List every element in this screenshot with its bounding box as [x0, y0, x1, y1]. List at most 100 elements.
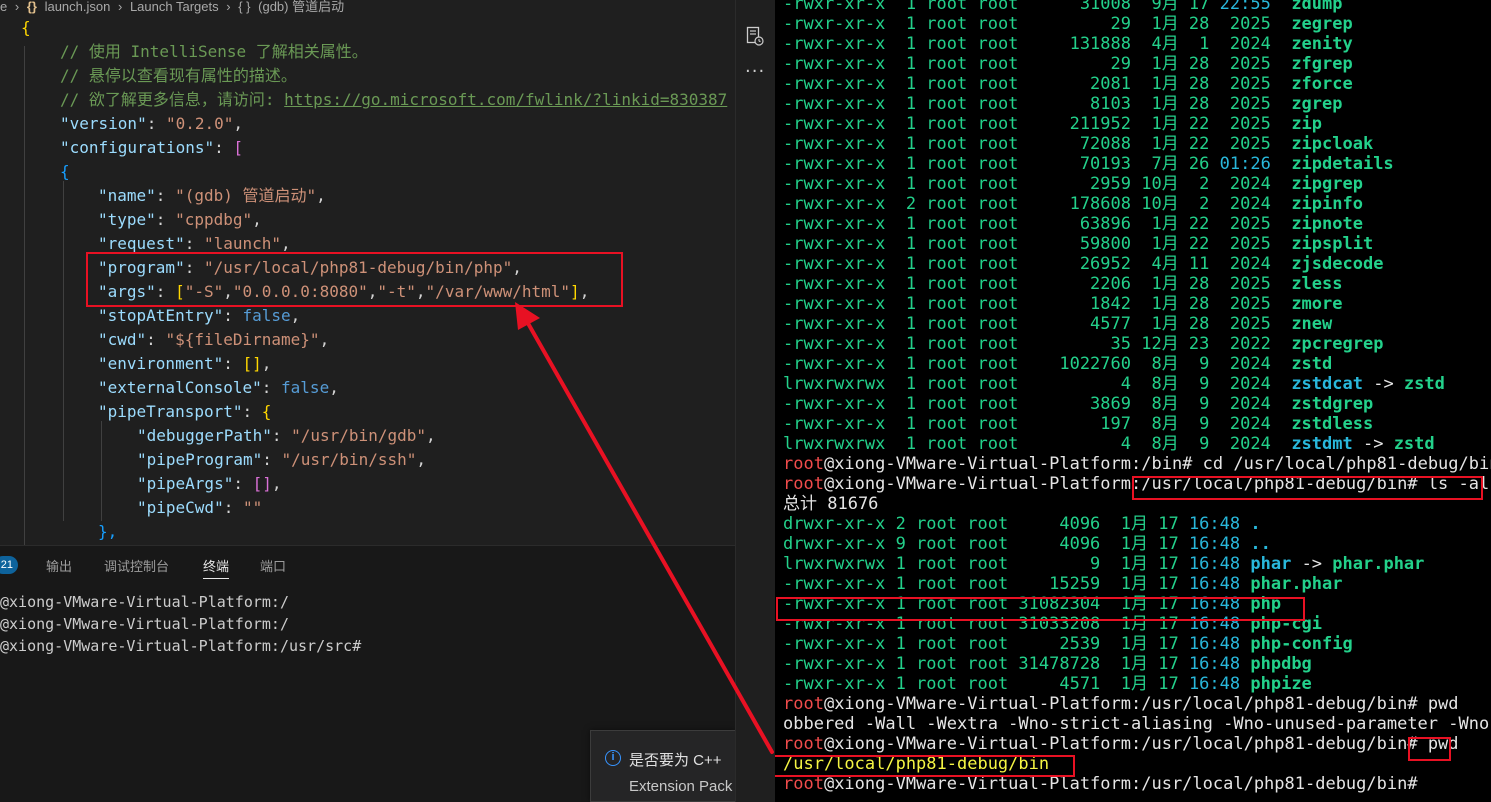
file-name: zipsplit — [1291, 234, 1374, 254]
problems-badge[interactable]: 21 — [0, 556, 18, 574]
terminal-line: -rwxr-xr-x 1 root root 70193 7月 26 01:26… — [783, 154, 1394, 174]
file-meta: 1 root root 31033208 1月 17 — [885, 614, 1189, 634]
code-line: "args": ["-S","0.0.0.0:8080","-t","/var/… — [98, 282, 590, 301]
terminal-line: 总计 81676 — [783, 494, 878, 514]
file-time: 16:48 — [1188, 574, 1241, 594]
terminal-line: drwxr-xr-x 9 root root 4096 1月 17 16:48 … — [783, 534, 1271, 554]
comment: // 使用 IntelliSense 了解相关属性。 — [60, 42, 368, 61]
file-meta: 1 root root 35 12月 23 — [885, 334, 1220, 354]
file-date: 2025 — [1219, 134, 1271, 154]
code-line: "debuggerPath": "/usr/bin/gdb", — [137, 426, 436, 445]
code-line: "version": "0.2.0", — [60, 114, 244, 133]
terminal-line: -rwxr-xr-x 2 root root 178608 10月 2 2024… — [783, 194, 1363, 214]
file-date: 2024 — [1219, 354, 1271, 374]
terminal-line: @xiong-VMware-Virtual-Platform:/usr/src# — [0, 637, 362, 655]
file-date: 2024 — [1219, 414, 1271, 434]
comment: // 悬停以查看现有属性的描述。 — [60, 66, 297, 85]
terminal-line: @xiong-VMware-Virtual-Platform:/ — [0, 615, 289, 633]
terminal-line: -rwxr-xr-x 1 root root 2081 1月 28 2025 z… — [783, 74, 1353, 94]
total-line: 总计 81676 — [783, 494, 879, 514]
extension-notification[interactable]: i 是否要为 C++ Extension Pack — [590, 730, 735, 802]
brace: }, — [98, 522, 118, 541]
breadcrumb-config[interactable]: (gdb) 管道启动 — [258, 0, 344, 14]
file-meta: 1 root root 72088 1月 22 — [885, 134, 1220, 154]
permissions: drwxr-xr-x — [783, 514, 886, 534]
file-name: znew — [1291, 314, 1333, 334]
terminal-line: -rwxr-xr-x 1 root root 131888 4月 1 2024 … — [783, 34, 1353, 54]
tab-ports[interactable]: 端口 — [260, 556, 286, 575]
file-name: zipdetails — [1291, 154, 1394, 174]
file-name: phpize — [1250, 674, 1312, 694]
tab-debug-console[interactable]: 调试控制台 — [104, 556, 169, 575]
json-key: "type" — [98, 210, 156, 229]
file-meta: 1 root root 2539 1月 17 — [885, 634, 1189, 654]
file-meta: 1 root root 63896 1月 22 — [885, 214, 1220, 234]
file-meta: 1 root root 31008 9月 17 — [885, 0, 1220, 14]
file-name: zstd — [1291, 354, 1333, 374]
file-meta: 1 root root 31478728 1月 17 — [885, 654, 1189, 674]
terminal-line: obbered -Wall -Wextra -Wno-strict-aliasi… — [783, 714, 1491, 734]
terminal-line: -rwxr-xr-x 1 root root 31478728 1月 17 16… — [783, 654, 1312, 674]
code-line: "externalConsole": false, — [98, 378, 339, 397]
breadcrumb-lead[interactable]: e — [0, 0, 7, 14]
prompt-user: root — [783, 474, 824, 494]
command: pwd — [1417, 734, 1459, 754]
docs-link[interactable]: https://go.microsoft.com/fwlink/?linkid=… — [284, 90, 727, 109]
object-icon: { } — [238, 0, 251, 14]
indent-guide — [24, 46, 25, 545]
permissions: -rwxr-xr-x — [783, 0, 886, 14]
breadcrumb-separator: › — [117, 0, 123, 14]
symlink-arrow: -> — [1352, 434, 1394, 454]
terminal-line: lrwxrwxrwx 1 root root 4 8月 9 2024 zstdc… — [783, 374, 1445, 394]
history-doc-icon[interactable] — [746, 26, 764, 46]
terminal-line: root@xiong-VMware-Virtual-Platform:/usr/… — [783, 474, 1489, 494]
file-meta: 1 root root 4571 1月 17 — [885, 674, 1189, 694]
file-name: phar.phar — [1332, 554, 1425, 574]
json-key: "debuggerPath" — [137, 426, 272, 445]
file-name: phar.phar — [1250, 574, 1343, 594]
terminal-window[interactable]: -rwxr-xr-x 1 root root 31008 9月 17 22:55… — [775, 0, 1491, 802]
file-date: 2025 — [1219, 234, 1271, 254]
file-name: zstdless — [1291, 414, 1374, 434]
file-meta: 2 root root 4096 1月 17 — [885, 514, 1189, 534]
permissions: -rwxr-xr-x — [783, 114, 886, 134]
terminal-line: root@xiong-VMware-Virtual-Platform:/usr/… — [783, 694, 1459, 714]
command: ls -al — [1417, 474, 1490, 494]
breadcrumb-file[interactable]: launch.json — [45, 0, 111, 14]
json-value: "${fileDirname}" — [165, 330, 320, 349]
command: cd /usr/local/php81-debug/bin/ — [1192, 454, 1491, 474]
prompt-host: @xiong-VMware-Virtual-Platform — [823, 474, 1131, 494]
permissions: -rwxr-xr-x — [783, 674, 886, 694]
file-date: 2024 — [1219, 434, 1271, 454]
symlink-name: zstdmt — [1291, 434, 1353, 454]
file-meta: 1 root root 70193 7月 26 — [885, 154, 1220, 174]
breadcrumb: e › {} launch.json › Launch Targets › { … — [0, 0, 735, 15]
terminal-line: -rwxr-xr-x 1 root root 4571 1月 17 16:48 … — [783, 674, 1312, 694]
json-value: "cppdbg" — [175, 210, 253, 229]
terminal-line: /usr/local/php81-debug/bin — [783, 754, 1049, 774]
file-name: phpdbg — [1250, 654, 1312, 674]
tab-output[interactable]: 输出 — [46, 556, 72, 575]
more-actions-icon[interactable]: ... — [745, 56, 765, 77]
json-value: false — [242, 306, 291, 325]
code-line: "pipeArgs": [], — [137, 474, 282, 493]
permissions: -rwxr-xr-x — [783, 94, 886, 114]
json-value: false — [281, 378, 330, 397]
file-name: zgrep — [1291, 94, 1343, 114]
code-editor[interactable]: e › {} launch.json › Launch Targets › { … — [0, 0, 735, 545]
breadcrumb-launch-targets[interactable]: Launch Targets — [130, 0, 219, 14]
json-key: "environment" — [98, 354, 224, 373]
tab-terminal[interactable]: 终端 — [203, 556, 230, 579]
permissions: drwxr-xr-x — [783, 534, 886, 554]
file-name: zipnote — [1291, 214, 1363, 234]
permissions: -rwxr-xr-x — [783, 54, 886, 74]
